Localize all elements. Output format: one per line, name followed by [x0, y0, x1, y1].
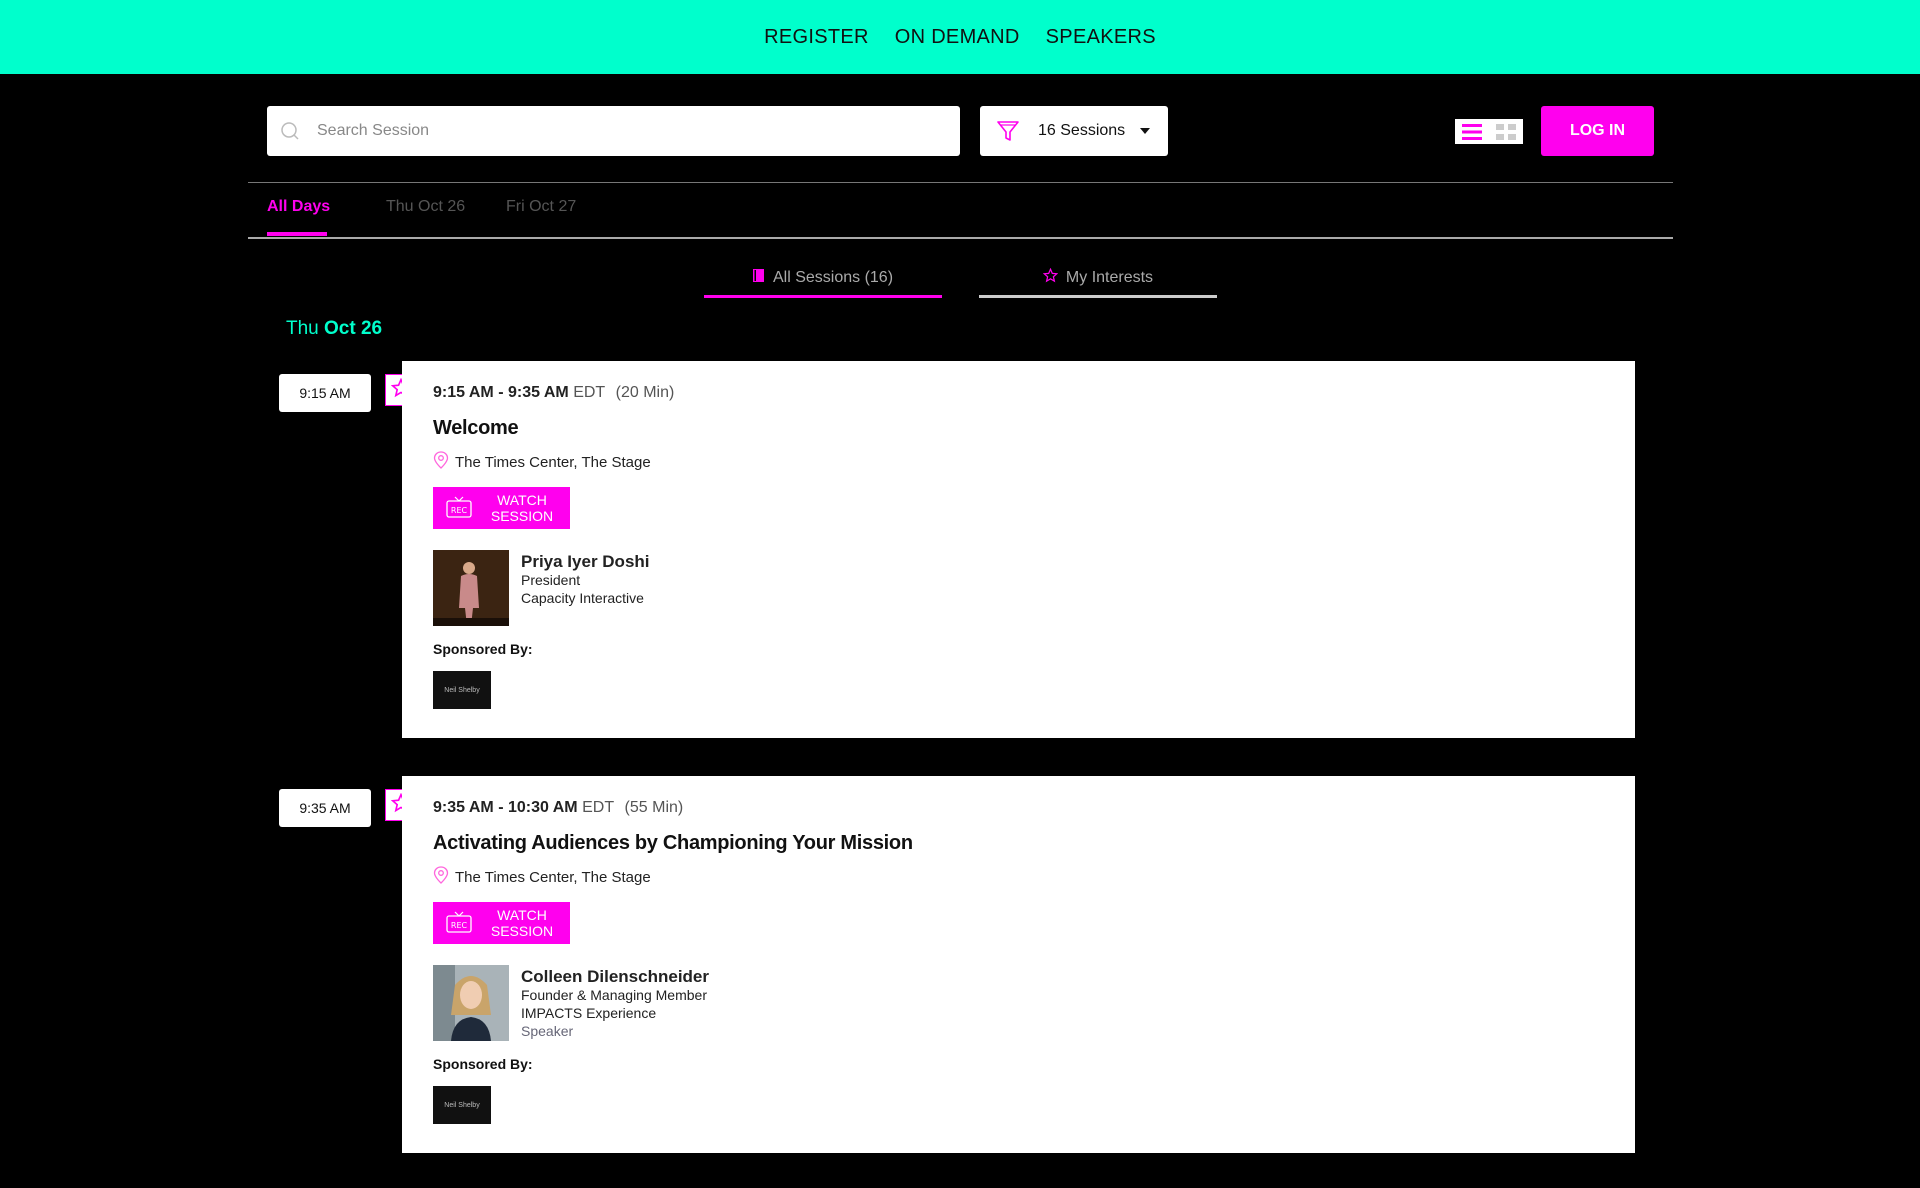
chevron-down-icon — [1140, 128, 1150, 134]
sponsor-logo[interactable]: Neil Shelby — [433, 671, 491, 709]
session-location: The Times Center, The Stage — [433, 451, 651, 473]
day-heading-date: Oct 26 — [324, 318, 383, 339]
nav-register-link[interactable]: REGISTER — [764, 26, 869, 49]
session-location: The Times Center, The Stage — [433, 866, 651, 888]
session-card: 9:15 AM - 9:35 AM EDT (20 Min) Welcome T… — [402, 361, 1635, 738]
grid-view-icon[interactable] — [1489, 119, 1523, 144]
speaker-role: Founder & Managing Member — [521, 987, 707, 1003]
location-pin-icon — [433, 451, 449, 473]
login-button[interactable]: LOG IN — [1541, 106, 1654, 156]
tab-fri-oct-27[interactable]: Fri Oct 27 — [506, 198, 576, 216]
nav-speakers-link[interactable]: SPEAKERS — [1046, 26, 1156, 49]
sponsor-logo-text: Neil Shelby — [444, 686, 480, 694]
session-time-range: 9:15 AM - 9:35 AM EDT (20 Min) — [433, 384, 674, 402]
tab-all-sessions[interactable]: All Sessions (16) — [704, 261, 942, 298]
sponsored-by-label: Sponsored By: — [433, 641, 533, 657]
top-nav: REGISTER ON DEMAND SPEAKERS — [0, 0, 1920, 74]
session-time-range: 9:35 AM - 10:30 AM EDT (55 Min) — [433, 799, 683, 817]
star-outline-icon — [1042, 267, 1059, 288]
speaker-name[interactable]: Priya Iyer Doshi — [521, 552, 650, 572]
speaker-org: IMPACTS Experience — [521, 1005, 657, 1021]
watch-session-label: WATCH SESSION — [490, 907, 554, 939]
sponsor-logo[interactable]: Neil Shelby — [433, 1086, 491, 1124]
search-input[interactable] — [315, 121, 919, 141]
search-box — [267, 106, 960, 156]
location-text: The Times Center, The Stage — [455, 453, 651, 471]
nav-on-demand-link[interactable]: ON DEMAND — [895, 26, 1020, 49]
session-card: 9:35 AM - 10:30 AM EDT (55 Min) Activati… — [402, 776, 1635, 1153]
tv-rec-icon: REC — [446, 911, 472, 936]
location-pin-icon — [433, 866, 449, 888]
watch-session-button[interactable]: REC WATCH SESSION — [433, 902, 570, 944]
speaker-name[interactable]: Colleen Dilenschneider — [521, 967, 709, 987]
day-heading: Thu Oct 26 — [286, 318, 382, 340]
svg-text:REC: REC — [451, 921, 468, 930]
svg-text:REC: REC — [451, 506, 468, 515]
tab-thu-oct-26[interactable]: Thu Oct 26 — [386, 198, 465, 216]
speaker-photo[interactable] — [433, 965, 509, 1041]
list-view-icon[interactable] — [1455, 119, 1489, 144]
session-title[interactable]: Welcome — [433, 417, 519, 440]
session-title[interactable]: Activating Audiences by Championing Your… — [433, 832, 913, 855]
time-range-text: 9:15 AM - 9:35 AM — [433, 384, 569, 401]
sponsored-by-label: Sponsored By: — [433, 1056, 533, 1072]
duration-text: (20 Min) — [615, 384, 675, 401]
tab-my-interests[interactable]: My Interests — [979, 261, 1217, 298]
session-filter-dropdown[interactable]: 16 Sessions — [980, 106, 1168, 156]
day-heading-weekday: Thu — [286, 318, 319, 339]
day-tabs-bottom-divider — [248, 237, 1673, 239]
search-icon — [281, 122, 299, 140]
all-sessions-label: All Sessions (16) — [772, 269, 894, 286]
session-time-chip: 9:35 AM — [279, 789, 371, 827]
session-time-chip: 9:15 AM — [279, 374, 371, 412]
speaker-tag: Speaker — [521, 1023, 574, 1039]
watch-session-button[interactable]: REC WATCH SESSION — [433, 487, 570, 529]
filter-label: 16 Sessions — [1038, 122, 1126, 139]
day-tabs-top-divider — [248, 182, 1673, 183]
location-text: The Times Center, The Stage — [455, 868, 651, 886]
view-toggle — [1455, 119, 1523, 144]
sponsor-logo-text: Neil Shelby — [444, 1101, 480, 1109]
timezone-text: EDT — [573, 384, 606, 401]
funnel-icon — [996, 119, 1020, 143]
duration-text: (55 Min) — [624, 799, 684, 816]
watch-session-label: WATCH SESSION — [490, 492, 554, 524]
speaker-org: Capacity Interactive — [521, 590, 644, 606]
my-interests-label: My Interests — [1065, 269, 1154, 286]
timezone-text: EDT — [582, 799, 615, 816]
speaker-role: President — [521, 572, 581, 588]
tab-all-days[interactable]: All Days — [267, 198, 330, 216]
time-range-text: 9:35 AM - 10:30 AM — [433, 799, 578, 816]
tv-rec-icon: REC — [446, 496, 472, 521]
active-day-underline — [267, 232, 327, 236]
speaker-photo[interactable] — [433, 550, 509, 626]
bookmark-icon — [752, 268, 765, 288]
